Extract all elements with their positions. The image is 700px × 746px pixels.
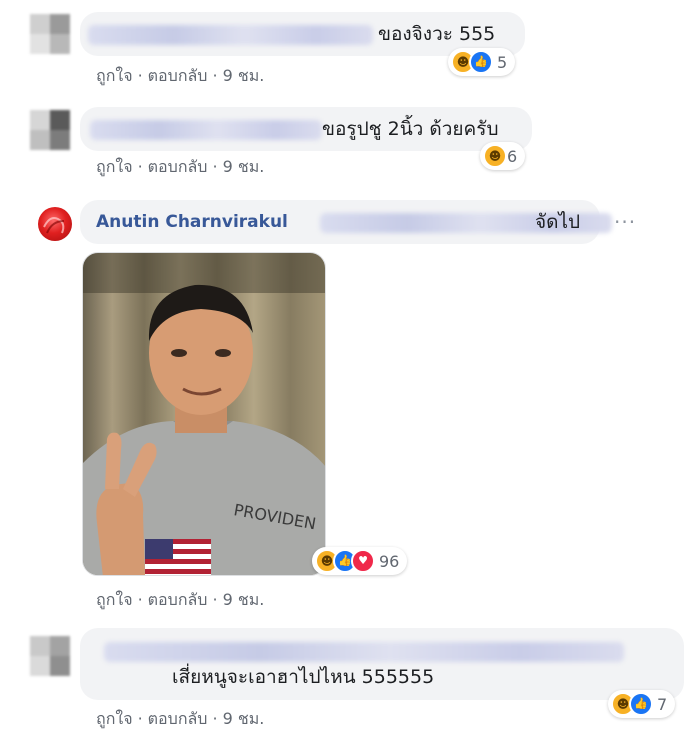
reaction-summary[interactable]: ☻ 6 bbox=[480, 142, 526, 170]
separator: · bbox=[212, 590, 218, 609]
comment-actions: ถูกใจ · ตอบกลับ · 9 ชม. bbox=[96, 66, 264, 86]
reaction-count: 6 bbox=[507, 146, 518, 166]
separator: · bbox=[137, 709, 143, 728]
blurred-author-name[interactable] bbox=[104, 642, 624, 662]
blurred-author-name[interactable] bbox=[90, 120, 322, 140]
comment-text: ของจิงวะ 555 bbox=[378, 23, 496, 45]
comment-bubble: ขอรูปชู 2นิ้ว ด้วยครับ bbox=[80, 107, 532, 151]
reaction-count: 96 bbox=[379, 551, 400, 571]
blurred-author-name[interactable] bbox=[88, 25, 373, 45]
reply-link[interactable]: ตอบกลับ bbox=[148, 590, 208, 609]
author-name[interactable]: Anutin Charnvirakul bbox=[96, 211, 288, 233]
timestamp-link[interactable]: 9 ชม. bbox=[223, 66, 265, 85]
separator: · bbox=[137, 66, 143, 85]
reaction-count: 7 bbox=[657, 694, 668, 714]
like-link[interactable]: ถูกใจ bbox=[96, 590, 133, 609]
reply-link[interactable]: ตอบกลับ bbox=[148, 157, 208, 176]
love-reaction-icon: ♥ bbox=[351, 549, 375, 573]
separator: · bbox=[212, 66, 218, 85]
comment-actions: ถูกใจ · ตอบกลับ · 9 ชม. bbox=[96, 590, 264, 610]
comment-text: เสี่ยหนูจะเอาฮาไปไหน 555555 bbox=[172, 666, 435, 688]
timestamp-link[interactable]: 9 ชม. bbox=[223, 157, 265, 176]
reaction-count: 5 bbox=[497, 52, 508, 72]
like-link[interactable]: ถูกใจ bbox=[96, 709, 133, 728]
comment-photo[interactable]: PROVIDEN bbox=[82, 252, 326, 576]
reaction-summary[interactable]: ☻ 👍 7 bbox=[608, 690, 676, 718]
comment-bubble: เสี่ยหนูจะเอาฮาไปไหน 555555 bbox=[80, 628, 684, 700]
reply-link[interactable]: ตอบกลับ bbox=[148, 709, 208, 728]
avatar[interactable] bbox=[30, 14, 70, 54]
comment-actions: ถูกใจ · ตอบกลับ · 9 ชม. bbox=[96, 709, 264, 729]
like-reaction-icon: 👍 bbox=[629, 692, 653, 716]
separator: · bbox=[137, 590, 143, 609]
like-link[interactable]: ถูกใจ bbox=[96, 66, 133, 85]
separator: · bbox=[212, 157, 218, 176]
comment-actions: ถูกใจ · ตอบกลับ · 9 ชม. bbox=[96, 157, 264, 177]
comment-bubble: Anutin Charnvirakul จัดไป bbox=[80, 200, 612, 244]
reaction-summary[interactable]: ☻ 👍 5 bbox=[448, 48, 516, 76]
avatar[interactable] bbox=[38, 207, 72, 241]
haha-reaction-icon: ☻ bbox=[483, 144, 507, 168]
avatar[interactable] bbox=[30, 110, 70, 150]
comment-text: จัดไป bbox=[535, 211, 581, 233]
like-link[interactable]: ถูกใจ bbox=[96, 157, 133, 176]
timestamp-link[interactable]: 9 ชม. bbox=[223, 709, 265, 728]
timestamp-link[interactable]: 9 ชม. bbox=[223, 590, 265, 609]
like-reaction-icon: 👍 bbox=[469, 50, 493, 74]
separator: · bbox=[137, 157, 143, 176]
separator: · bbox=[212, 709, 218, 728]
avatar[interactable] bbox=[30, 636, 70, 676]
comment-text: ขอรูปชู 2นิ้ว ด้วยครับ bbox=[322, 118, 499, 140]
reaction-summary[interactable]: ☻ 👍 ♥ 96 bbox=[312, 547, 408, 575]
more-options-icon[interactable]: ··· bbox=[614, 210, 636, 234]
reply-link[interactable]: ตอบกลับ bbox=[148, 66, 208, 85]
